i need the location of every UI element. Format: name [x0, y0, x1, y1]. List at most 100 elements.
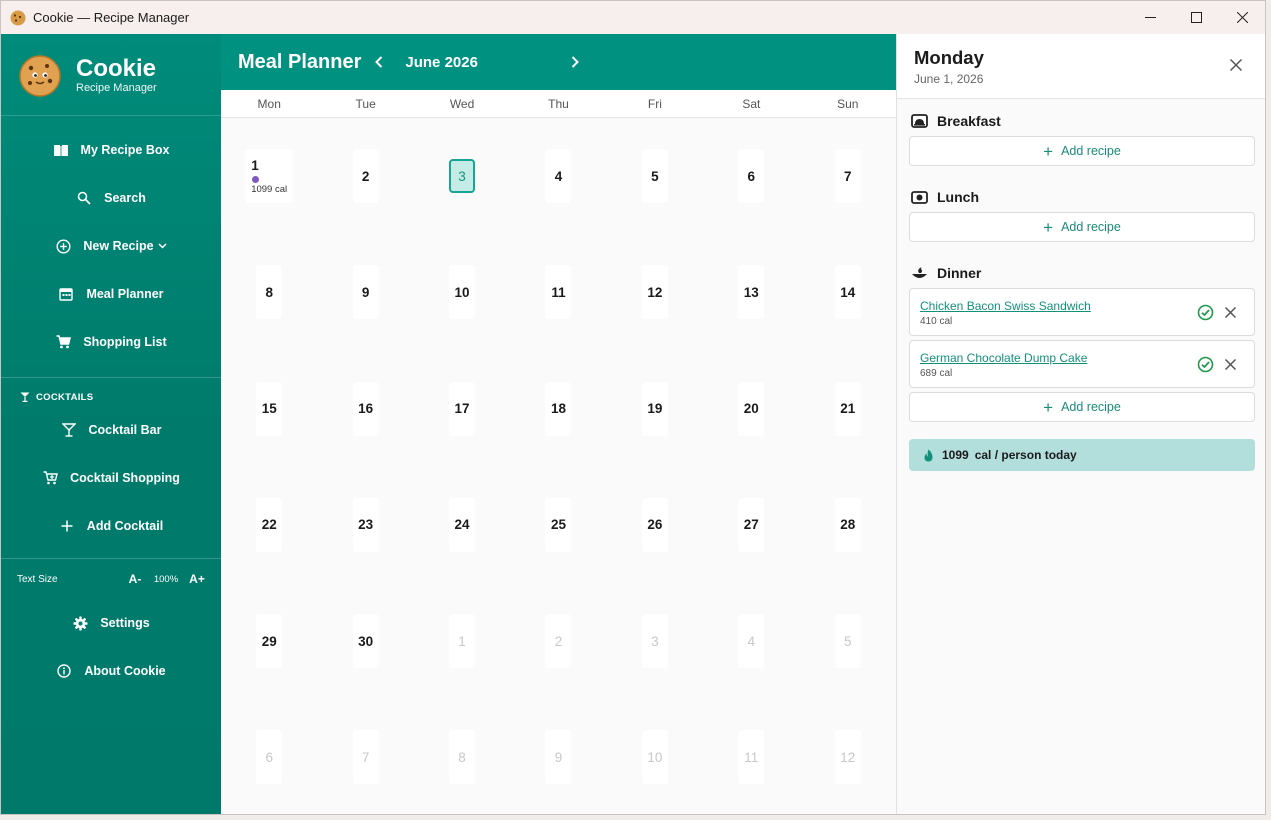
calendar-cell[interactable]: 20	[703, 351, 799, 467]
next-month-button[interactable]	[567, 52, 583, 72]
calendar-day[interactable]: 6	[738, 149, 765, 203]
calendar-cell[interactable]: 12	[800, 699, 896, 814]
mark-cooked-button[interactable]	[1197, 356, 1214, 373]
calendar-day[interactable]: 4	[545, 149, 572, 203]
calendar-cell[interactable]: 6	[221, 699, 317, 814]
recipe-link[interactable]: Chicken Bacon Swiss Sandwich	[920, 299, 1091, 313]
calendar-cell[interactable]: 21	[800, 351, 896, 467]
calendar-cell[interactable]: 1	[414, 583, 510, 699]
nav-meal-planner[interactable]: Meal Planner	[1, 270, 221, 318]
add-recipe-breakfast-button[interactable]: + Add recipe	[909, 136, 1255, 166]
calendar-day[interactable]: 7	[352, 730, 379, 785]
mark-cooked-button[interactable]	[1197, 304, 1214, 321]
calendar-cell[interactable]: 17	[414, 351, 510, 467]
nav-about[interactable]: About Cookie	[1, 647, 221, 695]
calendar-day[interactable]: 1	[449, 614, 476, 669]
calendar-day[interactable]: 28	[834, 497, 861, 552]
close-panel-button[interactable]	[1229, 58, 1243, 72]
calendar-cell[interactable]: 14	[800, 234, 896, 350]
calendar-day[interactable]: 12	[834, 730, 861, 785]
calendar-day[interactable]: 2	[545, 614, 572, 669]
calendar-day[interactable]: 8	[256, 265, 283, 320]
calendar-cell[interactable]: 16	[317, 351, 413, 467]
calendar-cell[interactable]: 26	[607, 467, 703, 583]
calendar-cell[interactable]: 25	[510, 467, 606, 583]
calendar-day[interactable]: 11	[738, 730, 765, 785]
calendar-day[interactable]: 10	[641, 730, 668, 785]
nav-shopping-list[interactable]: Shopping List	[1, 318, 221, 366]
calendar-cell[interactable]: 13	[703, 234, 799, 350]
calendar-cell[interactable]: 30	[317, 583, 413, 699]
calendar-cell[interactable]: 28	[800, 467, 896, 583]
calendar-cell[interactable]: 11	[703, 699, 799, 814]
calendar-cell[interactable]: 12	[607, 234, 703, 350]
calendar-cell[interactable]: 7	[800, 118, 896, 234]
remove-recipe-button[interactable]	[1224, 358, 1237, 371]
calendar-day[interactable]: 9	[545, 730, 572, 785]
calendar-cell[interactable]: 10	[414, 234, 510, 350]
calendar-day[interactable]: 23	[352, 497, 379, 552]
calendar-cell[interactable]: 7	[317, 699, 413, 814]
nav-add-cocktail[interactable]: Add Cocktail	[1, 502, 221, 550]
calendar-cell[interactable]: 10	[607, 699, 703, 814]
nav-settings[interactable]: Settings	[1, 599, 221, 647]
remove-recipe-button[interactable]	[1224, 306, 1237, 319]
calendar-day[interactable]: 29	[256, 614, 283, 669]
text-size-decrease-button[interactable]: A-	[124, 572, 146, 586]
nav-cocktail-bar[interactable]: Cocktail Bar	[1, 406, 221, 454]
calendar-day[interactable]: 16	[352, 381, 379, 436]
calendar-day[interactable]: 1 1099 cal	[245, 149, 294, 203]
calendar-day[interactable]: 10	[449, 265, 476, 320]
calendar-cell[interactable]: 29	[221, 583, 317, 699]
calendar-cell[interactable]: 6	[703, 118, 799, 234]
nav-search[interactable]: Search	[1, 174, 221, 222]
calendar-day[interactable]: 14	[834, 265, 861, 320]
minimize-button[interactable]	[1127, 1, 1173, 34]
calendar-day[interactable]: 12	[641, 265, 668, 320]
calendar-cell[interactable]: 23	[317, 467, 413, 583]
calendar-cell[interactable]: 1 1099 cal	[221, 118, 317, 234]
calendar-cell[interactable]: 8	[221, 234, 317, 350]
calendar-cell[interactable]: 27	[703, 467, 799, 583]
calendar-cell[interactable]: 24	[414, 467, 510, 583]
calendar-day[interactable]: 30	[352, 614, 379, 669]
calendar-day[interactable]: 18	[545, 381, 572, 436]
add-recipe-dinner-button[interactable]: + Add recipe	[909, 392, 1255, 422]
calendar-cell[interactable]: 9	[317, 234, 413, 350]
calendar-day[interactable]: 5	[834, 614, 861, 669]
calendar-day[interactable]: 7	[834, 149, 861, 203]
text-size-increase-button[interactable]: A+	[186, 572, 208, 586]
calendar-cell[interactable]: 5	[800, 583, 896, 699]
calendar-cell[interactable]: 18	[510, 351, 606, 467]
calendar-cell[interactable]: 3	[414, 118, 510, 234]
calendar-cell[interactable]: 19	[607, 351, 703, 467]
calendar-cell[interactable]: 2	[317, 118, 413, 234]
calendar-day[interactable]: 26	[641, 497, 668, 552]
calendar-cell[interactable]: 8	[414, 699, 510, 814]
calendar-day[interactable]: 19	[641, 381, 668, 436]
calendar-cell[interactable]: 11	[510, 234, 606, 350]
calendar-day[interactable]: 9	[352, 265, 379, 320]
calendar-day[interactable]: 22	[256, 497, 283, 552]
calendar-cell[interactable]: 9	[510, 699, 606, 814]
calendar-day[interactable]: 13	[738, 265, 765, 320]
calendar-day[interactable]: 25	[545, 497, 572, 552]
add-recipe-lunch-button[interactable]: + Add recipe	[909, 212, 1255, 242]
calendar-cell[interactable]: 22	[221, 467, 317, 583]
recipe-link[interactable]: German Chocolate Dump Cake	[920, 351, 1087, 365]
calendar-day[interactable]: 11	[545, 265, 572, 320]
calendar-day[interactable]: 8	[449, 730, 476, 785]
calendar-day[interactable]: 21	[834, 381, 861, 436]
calendar-cell[interactable]: 3	[607, 583, 703, 699]
calendar-cell[interactable]: 4	[703, 583, 799, 699]
calendar-day[interactable]: 27	[738, 497, 765, 552]
maximize-button[interactable]	[1173, 1, 1219, 34]
nav-my-recipe-box[interactable]: My Recipe Box	[1, 126, 221, 174]
close-window-button[interactable]	[1219, 1, 1265, 34]
nav-new-recipe[interactable]: New Recipe	[1, 222, 221, 270]
calendar-day[interactable]: 4	[738, 614, 765, 669]
nav-cocktail-shopping[interactable]: Cocktail Shopping	[1, 454, 221, 502]
calendar-day[interactable]: 5	[641, 149, 668, 203]
calendar-day[interactable]: 20	[738, 381, 765, 436]
calendar-day[interactable]: 17	[449, 381, 476, 436]
